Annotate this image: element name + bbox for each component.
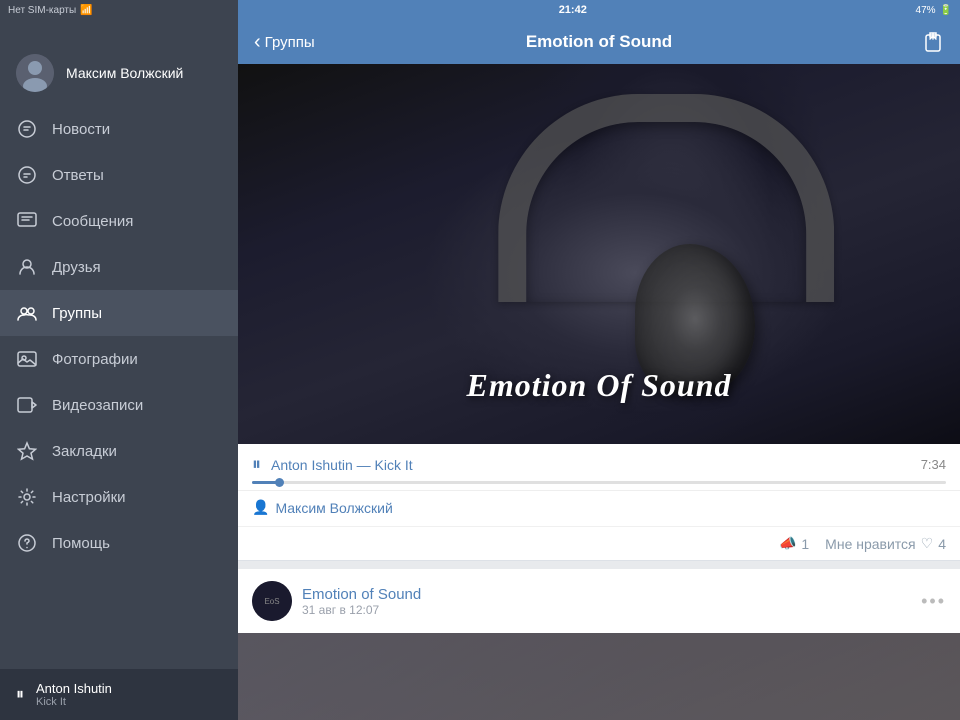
audio-separator: — <box>357 457 375 473</box>
news-icon <box>16 118 38 140</box>
progress-bar[interactable] <box>252 481 946 484</box>
avatar <box>16 54 54 92</box>
audio-artist: Anton Ishutin <box>271 457 353 473</box>
post2-meta: Emotion of Sound 31 авг в 12:07 <box>302 586 911 617</box>
megaphone-action[interactable]: 📣 1 <box>779 535 809 552</box>
post2-more-button[interactable]: ••• <box>921 591 946 612</box>
post-author[interactable]: Максим Волжский <box>275 500 392 516</box>
sidebar: Максим Волжский Новости Ответы Сообщения <box>0 0 238 720</box>
sidebar-item-label: Друзья <box>52 259 101 276</box>
like-action[interactable]: Мне нравится ♡ 4 <box>825 535 946 552</box>
main-content: ‹ Группы Emotion of Sound Emot <box>238 0 960 720</box>
sidebar-item-settings[interactable]: Настройки <box>0 474 238 520</box>
help-icon <box>16 532 38 554</box>
post-card-2: EoS Emotion of Sound 31 авг в 12:07 ••• <box>238 569 960 720</box>
audio-track-info: Anton Ishutin — Kick It <box>271 457 911 473</box>
back-chevron-icon: ‹ <box>254 31 261 54</box>
replies-icon <box>16 164 38 186</box>
sidebar-item-replies[interactable]: Ответы <box>0 152 238 198</box>
share-button[interactable] <box>864 31 944 53</box>
settings-icon <box>16 486 38 508</box>
wifi-icon: 📶 <box>80 5 92 16</box>
sidebar-item-label: Закладки <box>52 443 117 460</box>
megaphone-count: 1 <box>801 536 809 552</box>
audio-title: Kick It <box>375 457 413 473</box>
now-playing-artist: Anton Ishutin <box>36 681 222 696</box>
author-icon: 👤 <box>252 499 269 516</box>
sidebar-item-label: Группы <box>52 305 102 322</box>
sidebar-item-help[interactable]: Помощь <box>0 520 238 566</box>
sidebar-item-groups[interactable]: Группы <box>0 290 238 336</box>
post2-date: 31 авг в 12:07 <box>302 603 911 617</box>
groups-icon <box>16 302 38 324</box>
battery-label: 47% <box>916 5 936 16</box>
progress-fill <box>252 481 280 484</box>
progress-dot <box>275 478 284 487</box>
sidebar-item-label: Сообщения <box>52 213 133 230</box>
now-playing-info: Anton Ishutin Kick It <box>36 681 222 708</box>
headphone-background: Emotion Of Sound <box>238 64 960 444</box>
videos-icon <box>16 394 38 416</box>
sidebar-item-label: Помощь <box>52 535 110 552</box>
megaphone-icon: 📣 <box>779 535 796 552</box>
audio-player: ⏸ Anton Ishutin — Kick It 7:34 <box>238 444 960 491</box>
carrier-label: Нет SIM-карты <box>8 5 76 16</box>
post-actions: 📣 1 Мне нравится ♡ 4 <box>238 527 960 560</box>
sidebar-item-label: Фотографии <box>52 351 138 368</box>
content-scroll[interactable]: Emotion Of Sound ⏸ Anton Ishutin — Kick … <box>238 64 960 720</box>
profile-name: Максим Волжский <box>66 65 183 81</box>
share-icon <box>922 31 944 53</box>
sidebar-item-label: Видеозаписи <box>52 397 143 414</box>
back-button[interactable]: ‹ Группы <box>254 31 334 54</box>
time-label: 21:42 <box>559 4 587 16</box>
image-overlay-title: Emotion Of Sound <box>467 367 732 404</box>
sidebar-item-label: Настройки <box>52 489 126 506</box>
sidebar-item-messages[interactable]: Сообщения <box>0 198 238 244</box>
sidebar-item-friends[interactable]: Друзья <box>0 244 238 290</box>
navbar-title: Emotion of Sound <box>334 32 864 52</box>
now-playing-bar: ⏸ Anton Ishutin Kick It <box>0 669 238 720</box>
like-count: 4 <box>938 536 946 552</box>
heart-icon: ♡ <box>921 535 934 552</box>
mini-pause-button[interactable]: ⏸ <box>16 686 24 704</box>
pause-button[interactable]: ⏸ <box>252 454 261 475</box>
post-image: Emotion Of Sound <box>238 64 960 444</box>
bookmarks-icon <box>16 440 38 462</box>
sidebar-item-news[interactable]: Новости <box>0 106 238 152</box>
audio-duration: 7:34 <box>921 457 946 472</box>
sidebar-item-photos[interactable]: Фотографии <box>0 336 238 382</box>
svg-text:EoS: EoS <box>264 597 279 606</box>
sidebar-profile[interactable]: Максим Волжский <box>0 40 238 106</box>
sidebar-item-label: Новости <box>52 121 110 138</box>
messages-icon <box>16 210 38 232</box>
sidebar-item-videos[interactable]: Видеозаписи <box>0 382 238 428</box>
post2-avatar: EoS <box>252 581 292 621</box>
sidebar-item-bookmarks[interactable]: Закладки <box>0 428 238 474</box>
like-label: Мне нравится <box>825 536 915 552</box>
back-label: Группы <box>265 34 315 51</box>
post2-image <box>238 633 960 720</box>
post2-group-name[interactable]: Emotion of Sound <box>302 586 911 603</box>
post2-header: EoS Emotion of Sound 31 авг в 12:07 ••• <box>238 569 960 633</box>
post-card-1: Emotion Of Sound ⏸ Anton Ishutin — Kick … <box>238 64 960 561</box>
battery-icon: 🔋 <box>940 5 952 16</box>
friends-icon <box>16 256 38 278</box>
now-playing-track: Kick It <box>36 696 222 708</box>
navigation-bar: ‹ Группы Emotion of Sound <box>238 20 960 64</box>
photos-icon <box>16 348 38 370</box>
post-author-meta: 👤 Максим Волжский <box>238 491 960 527</box>
sidebar-item-label: Ответы <box>52 167 104 184</box>
